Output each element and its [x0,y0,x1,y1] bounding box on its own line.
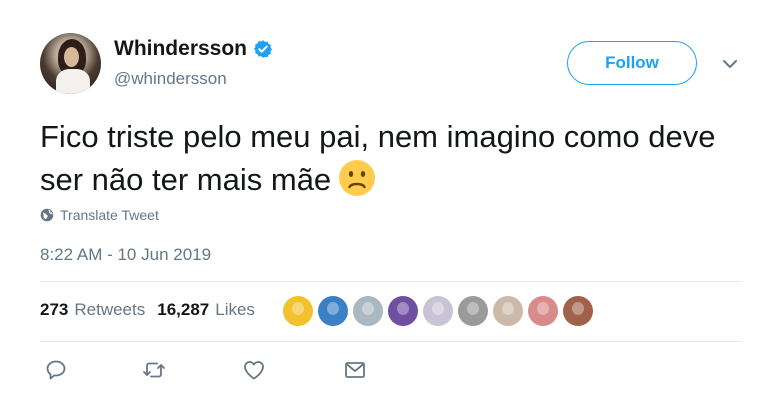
like-icon[interactable] [242,358,266,382]
liker-avatar[interactable] [388,296,418,326]
direct-message-icon[interactable] [343,358,367,382]
avatar-face [64,47,79,67]
reply-icon[interactable] [44,358,68,382]
liker-avatar[interactable] [528,296,558,326]
avatar-shirt [56,69,90,94]
avatar[interactable] [40,33,101,94]
likes-label[interactable]: Likes [215,300,255,320]
follow-button[interactable]: Follow [567,41,697,85]
liker-avatar[interactable] [353,296,383,326]
liker-avatars [283,296,593,326]
retweet-icon[interactable] [142,358,166,382]
liker-avatar[interactable] [493,296,523,326]
tweet-text: Fico triste pelo meu pai, nem imagino co… [40,116,730,201]
verified-badge-icon [253,40,273,58]
translate-tweet-link[interactable]: Translate Tweet [40,207,159,223]
stats-row: 273 Retweets 16,287 Likes [40,300,255,320]
liker-avatar[interactable] [318,296,348,326]
display-name[interactable]: Whindersson [114,37,247,61]
liker-avatar[interactable] [563,296,593,326]
name-row: Whindersson [114,37,273,61]
translate-tweet-label: Translate Tweet [60,207,159,223]
liker-avatar[interactable] [283,296,313,326]
tweet-actions [44,358,374,382]
liker-avatar[interactable] [458,296,488,326]
frowning-face-emoji [339,160,376,196]
globe-icon [40,208,54,222]
tweet-timestamp[interactable]: 8:22 AM - 10 Jun 2019 [40,245,211,265]
tweet-card: Whindersson @whindersson Follow Fico tri… [0,0,769,413]
divider [40,281,742,282]
liker-avatar[interactable] [423,296,453,326]
retweets-label[interactable]: Retweets [74,300,145,320]
likes-count[interactable]: 16,287 [157,300,209,320]
tweet-text-content: Fico triste pelo meu pai, nem imagino co… [40,119,716,197]
user-handle[interactable]: @whindersson [114,69,227,89]
divider [40,341,742,342]
retweets-count[interactable]: 273 [40,300,68,320]
chevron-down-icon[interactable] [721,58,739,70]
